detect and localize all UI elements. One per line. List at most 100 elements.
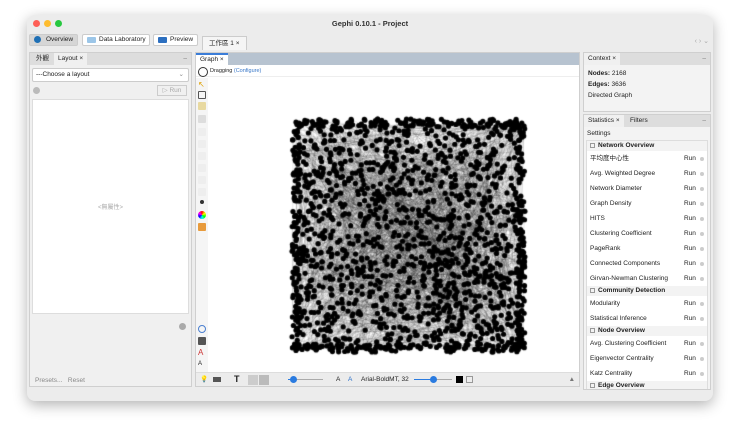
node-size-slider[interactable] — [288, 376, 323, 383]
palette-icon[interactable] — [198, 223, 206, 231]
statistic-row: Statistical Inference Run — [587, 311, 707, 326]
edge-icon[interactable] — [198, 188, 206, 196]
help-icon[interactable] — [179, 323, 186, 330]
run-button[interactable]: Run — [684, 211, 696, 226]
info-icon[interactable] — [700, 247, 704, 251]
font-increase-icon[interactable]: A — [348, 373, 352, 386]
presets-button[interactable]: Presets... — [35, 377, 62, 384]
font-color-icon[interactable]: A — [198, 349, 206, 357]
rectangle-select-icon[interactable] — [198, 91, 206, 99]
expand-icon[interactable]: ▲ — [569, 373, 575, 386]
text-icon[interactable]: T — [234, 373, 240, 386]
close-icon[interactable]: × — [612, 55, 616, 62]
label-mode-icon[interactable] — [213, 377, 221, 382]
screenshot-icon[interactable] — [466, 376, 473, 383]
minimize-button[interactable]: – — [183, 53, 187, 65]
brush-icon[interactable] — [198, 140, 206, 148]
info-icon[interactable] — [700, 342, 704, 346]
color-wheel-icon[interactable] — [198, 211, 206, 219]
collapse-icon[interactable] — [590, 382, 595, 388]
graph-canvas[interactable] — [209, 78, 579, 373]
tab-appearance[interactable]: 外觀 — [32, 53, 53, 65]
info-icon[interactable] — [700, 357, 704, 361]
info-icon[interactable] — [700, 202, 704, 206]
tab-layout[interactable]: Layout × — [54, 53, 88, 65]
close-icon[interactable]: × — [616, 117, 620, 124]
run-button[interactable]: Run — [684, 181, 696, 196]
collapse-icon[interactable] — [590, 142, 595, 148]
drag-tool-icon[interactable] — [198, 102, 206, 110]
background-color-icon[interactable] — [198, 337, 206, 345]
font-decrease-icon[interactable]: A — [336, 373, 340, 386]
run-button[interactable]: Run — [684, 336, 696, 351]
overview-button[interactable]: Overview — [29, 34, 78, 46]
font-size-icon[interactable]: A — [198, 361, 206, 369]
info-icon[interactable] — [700, 302, 704, 306]
info-icon[interactable] — [700, 157, 704, 161]
info-icon[interactable] — [700, 187, 704, 191]
edit-icon[interactable] — [198, 176, 206, 184]
collapse-icon[interactable] — [590, 287, 595, 293]
tab-context[interactable]: Context × — [584, 53, 621, 65]
layout-select[interactable]: ---Choose a layout ⌄ — [32, 68, 189, 82]
info-icon[interactable] — [700, 277, 704, 281]
run-button[interactable]: ▷ Run — [157, 85, 187, 96]
close-icon[interactable]: × — [236, 40, 240, 47]
section-header[interactable]: Network Overview — [587, 141, 707, 151]
workspace-tab[interactable]: 工作區 1 × — [202, 36, 247, 50]
close-window-button[interactable] — [33, 20, 40, 27]
run-button[interactable]: Run — [684, 196, 696, 211]
run-button[interactable]: Run — [684, 256, 696, 271]
statistic-label: Girvan-Newman Clustering — [590, 275, 669, 282]
run-button[interactable]: Run — [684, 271, 696, 286]
run-button[interactable]: Run — [684, 226, 696, 241]
edge-color-icon[interactable] — [259, 375, 269, 385]
close-icon[interactable]: × — [220, 56, 224, 63]
statistic-label: PageRank — [590, 245, 621, 252]
preview-button[interactable]: Preview — [153, 34, 198, 46]
settings-button[interactable]: Settings — [584, 127, 710, 140]
minimize-button[interactable]: – — [702, 53, 706, 65]
reset-button[interactable]: Reset — [68, 377, 85, 384]
light-bulb-icon[interactable]: 💡 — [200, 373, 208, 386]
info-icon[interactable] — [700, 232, 704, 236]
painter-icon[interactable] — [198, 115, 206, 123]
node-icon[interactable] — [200, 200, 204, 204]
tab-graph[interactable]: Graph × — [196, 53, 228, 65]
edges-count: Edges: 3636 — [588, 81, 626, 88]
label-size-slider[interactable] — [414, 376, 452, 383]
zoom-icon[interactable] — [198, 325, 206, 333]
run-button[interactable]: Run — [684, 351, 696, 366]
tab-filters[interactable]: Filters — [626, 115, 652, 127]
info-icon[interactable] — [700, 172, 704, 176]
run-button[interactable]: Run — [684, 311, 696, 326]
info-icon[interactable] — [700, 372, 704, 376]
section-header[interactable]: Edge Overview — [587, 381, 707, 389]
info-icon[interactable] — [700, 262, 704, 266]
configure-link[interactable]: (Configure) — [234, 68, 262, 74]
run-button[interactable]: Run — [684, 166, 696, 181]
shortest-path-icon[interactable] — [198, 164, 206, 172]
edge-toggle-icon[interactable] — [248, 375, 258, 385]
info-icon[interactable] — [700, 217, 704, 221]
run-button[interactable]: Run — [684, 241, 696, 256]
info-icon[interactable] — [700, 317, 704, 321]
minimize-window-button[interactable] — [44, 20, 51, 27]
font-label[interactable]: Arial-BoldMT, 32 — [361, 373, 409, 386]
data-laboratory-button[interactable]: Data Laboratory — [82, 34, 150, 46]
sizer-icon[interactable] — [198, 128, 206, 136]
collapse-icon[interactable] — [590, 327, 595, 333]
section-header[interactable]: Community Detection — [587, 286, 707, 296]
select-tool-icon[interactable]: ↖ — [198, 80, 206, 89]
run-button[interactable]: Run — [684, 151, 696, 166]
label-color-swatch[interactable] — [456, 376, 463, 383]
run-button[interactable]: Run — [684, 366, 696, 381]
section-header[interactable]: Node Overview — [587, 326, 707, 336]
close-icon[interactable]: × — [79, 55, 83, 62]
run-button[interactable]: Run — [684, 296, 696, 311]
tab-statistics[interactable]: Statistics × — [584, 115, 624, 127]
zoom-window-button[interactable] — [55, 20, 62, 27]
heat-icon[interactable] — [198, 152, 206, 160]
workspace-nav[interactable]: ‹ › ⌄ — [695, 37, 709, 45]
minimize-button[interactable]: – — [702, 115, 706, 127]
